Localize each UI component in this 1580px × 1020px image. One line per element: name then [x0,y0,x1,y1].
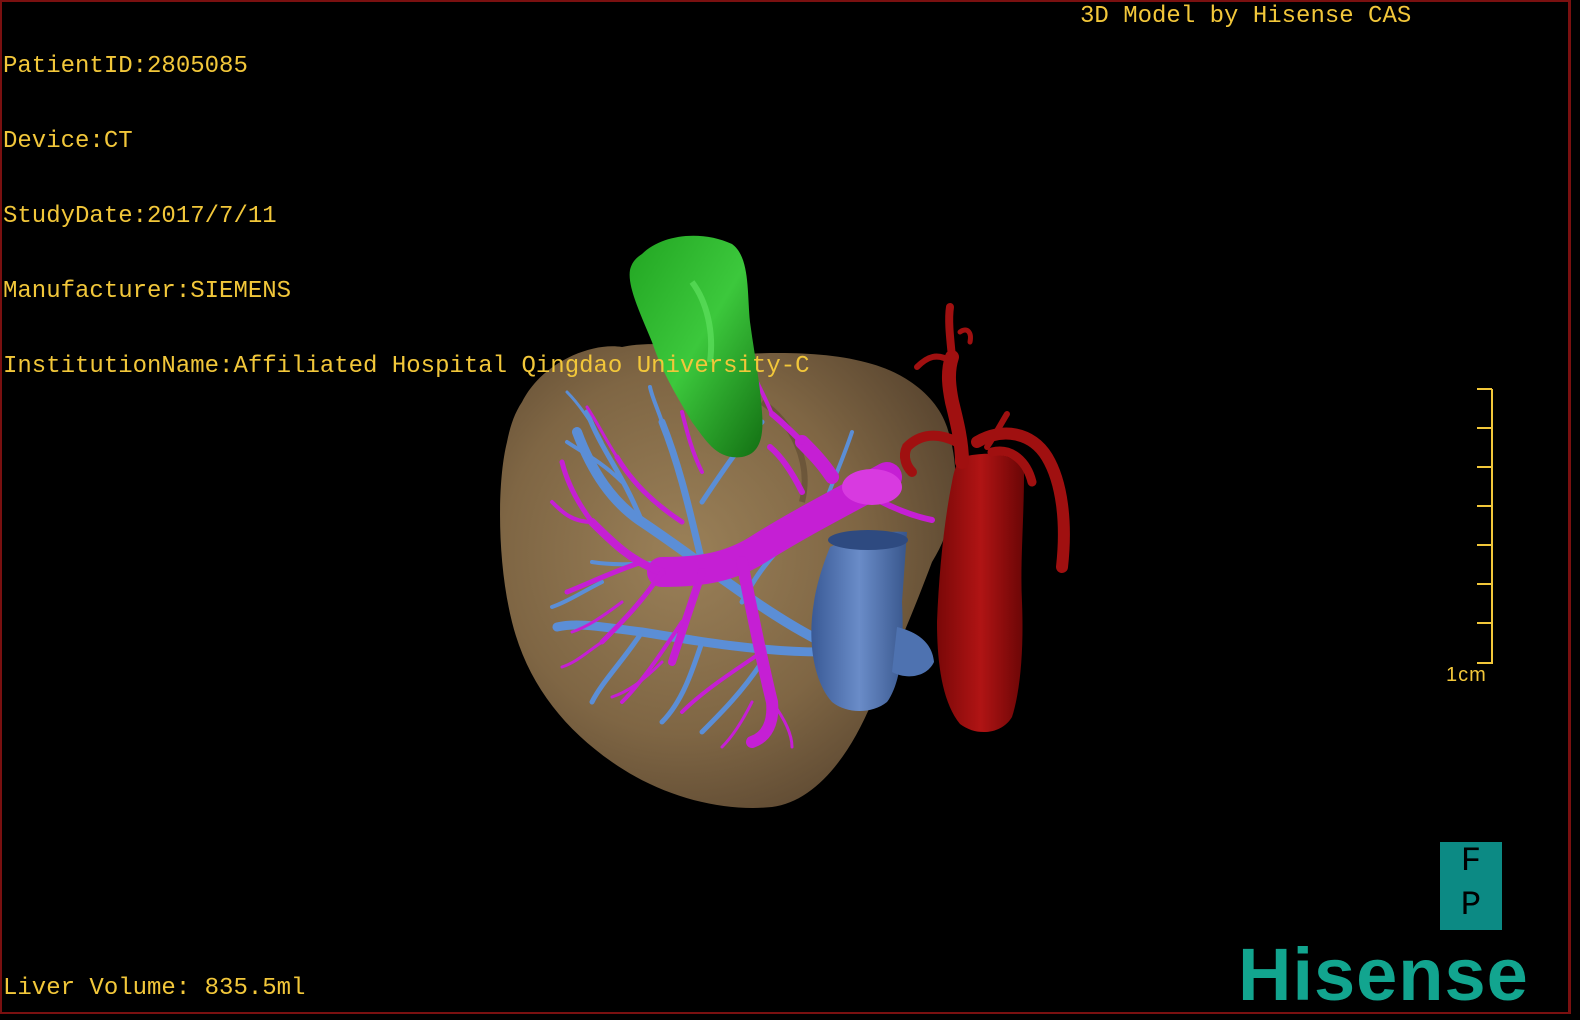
scale-label: 1cm [1446,664,1487,686]
portal-vein-trunk [842,469,902,505]
aorta [937,453,1024,733]
liver-volume: Liver Volume: 835.5ml [3,975,306,1002]
patient-id: PatientID:2805085 [3,53,248,80]
inferior-vena-cava [811,531,907,711]
scale-bar [1477,388,1493,664]
study-date: StudyDate:2017/7/11 [3,203,277,230]
hisense-logo: Hisense [1238,933,1529,1014]
ivc-opening [828,530,908,550]
ivc-branch [892,627,934,677]
orientation-top: F [1460,843,1482,881]
dicom-info: PatientID:2805085 Device:CT StudyDate:20… [3,4,810,429]
manufacturer: Manufacturer:SIEMENS [3,278,292,305]
orientation-bottom: P [1460,887,1482,925]
3d-viewport[interactable]: PatientID:2805085 Device:CT StudyDate:20… [0,0,1571,1014]
device: Device:CT [3,128,133,155]
model-credit: 3D Model by Hisense CAS [1080,3,1412,30]
orientation-marker: F P [1440,842,1502,930]
institution-name: InstitutionName:Affiliated Hospital Qing… [3,353,810,380]
